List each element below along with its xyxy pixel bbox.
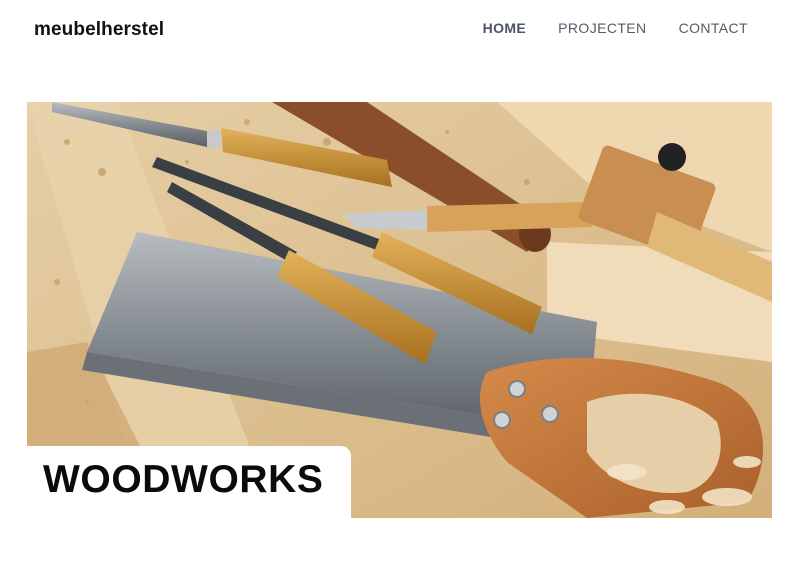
nav-contact-link[interactable]: CONTACT	[679, 20, 748, 36]
main-nav: HOME PROJECTEN CONTACT	[483, 20, 748, 36]
site-logo[interactable]: meubelherstel	[34, 19, 164, 41]
nav-home-link[interactable]: HOME	[483, 20, 527, 36]
hero-title: WOODWORKS	[43, 458, 324, 501]
nav-projecten-link[interactable]: PROJECTEN	[558, 20, 646, 36]
hero-caption-box: WOODWORKS	[27, 446, 351, 518]
